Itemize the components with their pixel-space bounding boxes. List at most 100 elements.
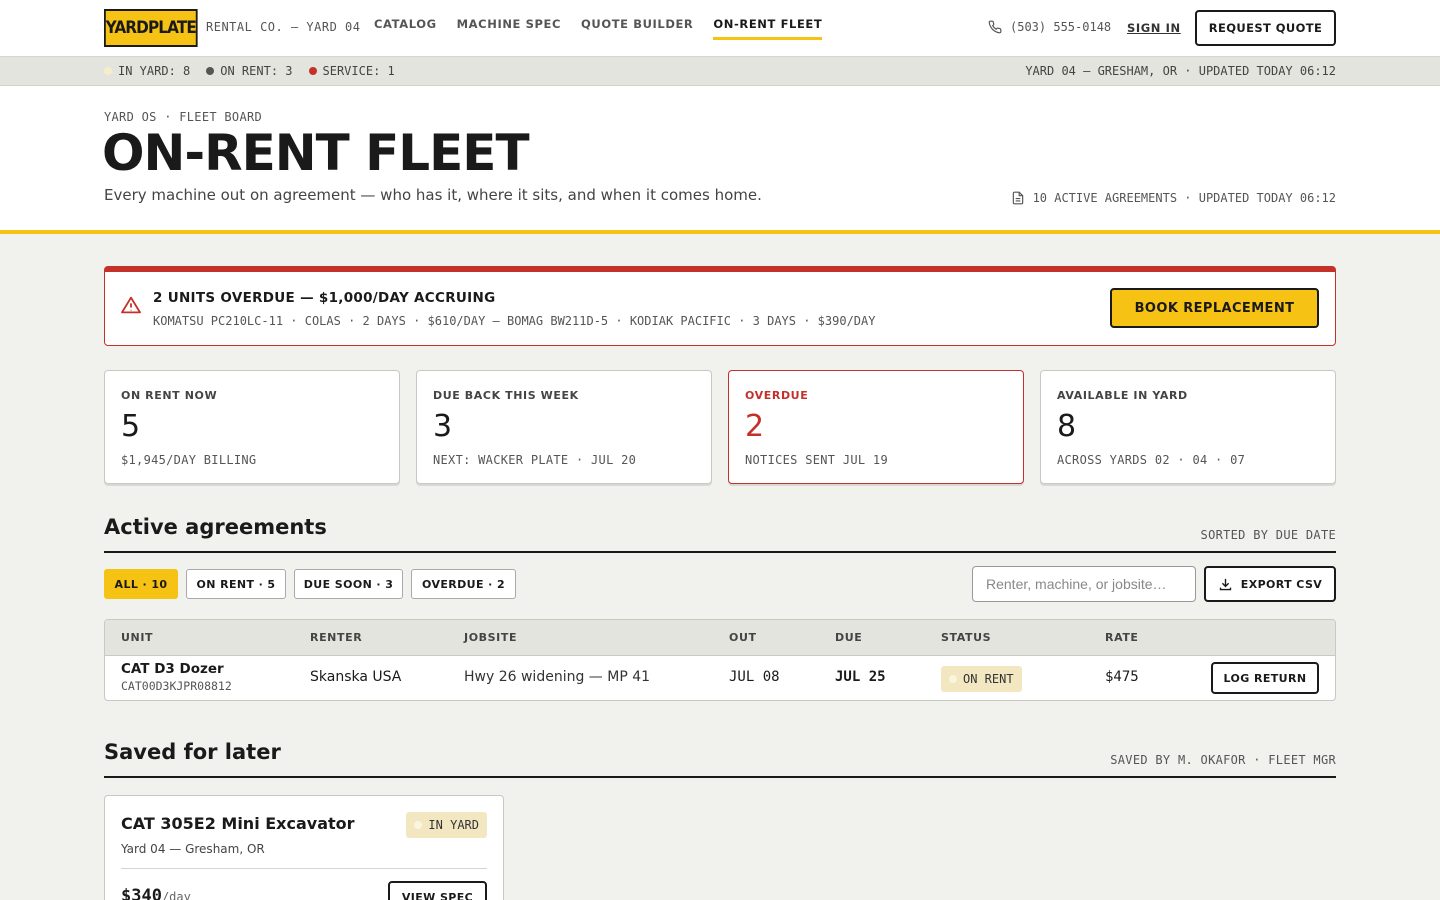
warning-icon [121, 296, 141, 314]
rate-cell: $475 [1105, 669, 1139, 685]
stat-sub: NOTICES SENT JUL 19 [745, 453, 888, 467]
phone-number: (503) 555-0148 [1010, 20, 1112, 34]
stat-value: 8 [1057, 409, 1077, 444]
on-rent-label: ON RENT: 3 [220, 64, 293, 78]
price-unit: /day [161, 890, 191, 900]
table-header: UNIT RENTER JOBSITE OUT DUE STATUS RATE [105, 620, 1335, 656]
section-title-agreements: Active agreements [104, 515, 327, 539]
due-date-cell: JUL 25 [835, 669, 886, 685]
stat-label: AVAILABLE IN YARD [1057, 389, 1188, 402]
section-divider [104, 551, 1336, 553]
nav-link-on-rent-fleet[interactable]: ON-RENT FLEET [713, 17, 823, 40]
yard-location-updated: YARD 04 — GRESHAM, OR · UPDATED TODAY 06… [1025, 64, 1336, 78]
download-icon [1219, 578, 1231, 590]
status-label: IN YARD [428, 818, 479, 832]
renter-cell: Skanska USA [310, 669, 402, 685]
column-header-status[interactable]: STATUS [941, 631, 991, 644]
saved-status-container: IN YARD [406, 812, 487, 838]
nav-link-machine-spec[interactable]: MACHINE SPEC [457, 17, 561, 40]
request-quote-button[interactable]: REQUEST QUOTE [1195, 10, 1336, 46]
nav-link-quote-builder[interactable]: QUOTE BUILDER [581, 17, 693, 40]
log-return-button[interactable]: LOG RETURN [1211, 662, 1319, 694]
unit-cell: CAT D3 Dozer CAT00D3KJPR08812 [121, 661, 232, 693]
service-dot-icon [308, 67, 317, 75]
agreement-search-input[interactable] [972, 566, 1196, 602]
brand-subtitle: RENTAL CO. — YARD 04 [206, 20, 361, 34]
status-badge: IN YARD [406, 812, 487, 838]
alert-detail: KOMATSU PC210LC-11 · COLAS · 2 DAYS · $6… [153, 314, 876, 328]
column-header-renter[interactable]: RENTER [310, 631, 362, 644]
unit-serial: CAT00D3KJPR08812 [121, 679, 232, 693]
top-nav: YARDPLATE RENTAL CO. — YARD 04 CATALOG M… [0, 0, 1440, 57]
saved-machine-card[interactable]: CAT 305E2 Mini Excavator Yard 04 — Gresh… [104, 795, 504, 900]
section-divider [104, 776, 1336, 778]
saved-machine-price: $340/day [121, 886, 191, 900]
view-spec-button[interactable]: VIEW SPEC [388, 881, 487, 900]
phone-link[interactable]: (503) 555-0148 [988, 20, 1111, 34]
status-strip: IN YARD: 8 ON RENT: 3 SERVICE: 1 YARD 04… [0, 57, 1440, 86]
unit-name[interactable]: CAT D3 Dozer [121, 661, 232, 677]
column-header-jobsite[interactable]: JOBSITE [464, 631, 517, 644]
status-label: ON RENT [963, 672, 1014, 686]
page-title: ON-RENT FLEET [102, 124, 530, 182]
price-value: $340 [121, 886, 162, 900]
filter-chip-due-soon[interactable]: DUE SOON · 3 [294, 569, 403, 599]
saved-machine-name: CAT 305E2 Mini Excavator [121, 814, 355, 833]
book-replacement-button[interactable]: BOOK REPLACEMENT [1110, 288, 1319, 328]
out-date-cell: JUL 08 [729, 669, 780, 685]
agreements-table: UNIT RENTER JOBSITE OUT DUE STATUS RATE … [104, 619, 1336, 701]
jobsite-cell: Hwy 26 widening — MP 41 [464, 669, 651, 685]
saved-machine-location: Yard 04 — Gresham, OR [121, 842, 265, 856]
document-icon [1012, 191, 1023, 205]
nav-link-catalog[interactable]: CATALOG [374, 17, 437, 40]
page-description: Every machine out on agreement — who has… [104, 186, 762, 204]
page-header: YARD OS · FLEET BOARD ON-RENT FLEET Ever… [0, 86, 1440, 234]
filter-chip-on-rent[interactable]: ON RENT · 5 [186, 569, 286, 599]
status-dot-icon [949, 675, 957, 683]
column-header-unit[interactable]: UNIT [121, 631, 153, 644]
saved-by: SAVED BY M. OKAFOR · FLEET MGR [1110, 753, 1336, 767]
stat-card-overdue: OVERDUE 2 NOTICES SENT JUL 19 [728, 370, 1024, 484]
stat-sub: NEXT: WACKER PLATE · JUL 20 [433, 453, 637, 467]
alert-title: 2 UNITS OVERDUE — $1,000/DAY ACCRUING [153, 290, 496, 306]
count-on-rent: ON RENT: 3 [206, 64, 293, 78]
stat-label: ON RENT NOW [121, 389, 218, 402]
stat-label: DUE BACK THIS WEEK [433, 389, 579, 402]
overdue-alert: 2 UNITS OVERDUE — $1,000/DAY ACCRUING KO… [104, 266, 1336, 346]
sort-indicator[interactable]: SORTED BY DUE DATE [1201, 528, 1336, 542]
status-dot-icon [414, 821, 423, 829]
count-in-yard: IN YARD: 8 [104, 64, 190, 78]
service-label: SERVICE: 1 [322, 64, 395, 78]
stat-sub: ACROSS YARDS 02 · 04 · 07 [1057, 453, 1246, 467]
export-label: EXPORT CSV [1240, 577, 1323, 591]
filter-chip-all[interactable]: ALL · 10 [104, 569, 178, 599]
sign-in-link[interactable]: SIGN IN [1127, 21, 1181, 35]
status-badge: ON RENT [941, 666, 1022, 692]
stat-value: 2 [745, 409, 765, 444]
nav-links: CATALOG MACHINE SPEC QUOTE BUILDER ON-RE… [374, 17, 823, 40]
stat-value: 3 [433, 409, 453, 444]
count-service: SERVICE: 1 [308, 64, 395, 78]
on-rent-dot-icon [206, 67, 215, 75]
stat-value: 5 [121, 409, 141, 444]
stat-sub: $1,945/DAY BILLING [121, 453, 257, 467]
card-divider [121, 868, 487, 869]
column-header-due[interactable]: DUE [835, 631, 862, 644]
fleet-counts: IN YARD: 8 ON RENT: 3 SERVICE: 1 [104, 64, 395, 78]
breadcrumb: YARD OS · FLEET BOARD [104, 110, 263, 124]
in-yard-label: IN YARD: 8 [118, 64, 191, 78]
in-yard-dot-icon [104, 67, 112, 75]
phone-icon [988, 20, 1002, 34]
stat-label: OVERDUE [745, 389, 809, 402]
stat-card-on-rent: ON RENT NOW 5 $1,945/DAY BILLING [104, 370, 400, 484]
export-csv-button[interactable]: EXPORT CSV [1204, 566, 1336, 602]
column-header-rate[interactable]: RATE [1105, 631, 1139, 644]
brand-logo[interactable]: YARDPLATE [104, 9, 198, 47]
stat-card-available: AVAILABLE IN YARD 8 ACROSS YARDS 02 · 04… [1040, 370, 1336, 484]
section-title-saved: Saved for later [104, 740, 281, 764]
status-cell: ON RENT [941, 666, 1022, 692]
filter-chip-overdue[interactable]: OVERDUE · 2 [411, 569, 516, 599]
agreements-meta: 10 ACTIVE AGREEMENTS · UPDATED TODAY 06:… [1011, 190, 1336, 206]
agreements-meta-text: 10 ACTIVE AGREEMENTS · UPDATED TODAY 06:… [1032, 191, 1336, 205]
column-header-out[interactable]: OUT [729, 631, 757, 644]
